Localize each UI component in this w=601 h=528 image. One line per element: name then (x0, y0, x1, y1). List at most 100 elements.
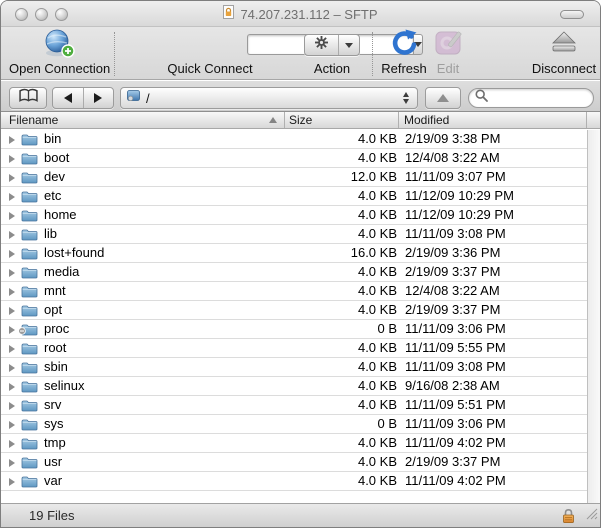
table-row[interactable]: var 4.0 KB 11/11/09 4:02 PM (1, 472, 587, 491)
forward-button[interactable] (84, 88, 114, 108)
open-connection-label: Open Connection (9, 61, 109, 76)
title-bar[interactable]: 74.207.231.112 – SFTP (1, 1, 600, 27)
file-size: 4.0 KB (281, 282, 397, 300)
resize-grip[interactable] (585, 507, 598, 525)
search-input[interactable] (492, 90, 587, 106)
disclosure-triangle-icon[interactable] (9, 402, 15, 410)
file-modified: 11/11/09 5:55 PM (405, 339, 506, 357)
file-size: 4.0 KB (281, 377, 397, 395)
edit-label: Edit (418, 61, 478, 76)
file-size: 4.0 KB (281, 187, 397, 205)
file-modified: 11/11/09 4:02 PM (405, 472, 506, 490)
disclosure-triangle-icon[interactable] (9, 212, 15, 220)
quick-connect-group: Quick Connect (119, 27, 301, 77)
table-row[interactable]: sbin 4.0 KB 11/11/09 3:08 PM (1, 358, 587, 377)
file-modified: 11/11/09 3:08 PM (405, 225, 506, 243)
file-name: lost+found (44, 244, 104, 262)
file-modified: 2/19/09 3:36 PM (405, 244, 500, 262)
action-gear-button[interactable] (305, 35, 339, 55)
path-popup[interactable]: / (120, 87, 418, 109)
disclosure-triangle-icon[interactable] (9, 174, 15, 182)
proxy-document-icon[interactable] (223, 5, 234, 24)
disconnect-button[interactable]: Disconnect (519, 27, 601, 77)
table-row[interactable]: usr 4.0 KB 2/19/09 3:37 PM (1, 453, 587, 472)
toolbar-toggle-button[interactable] (560, 10, 584, 19)
column-divider[interactable] (398, 112, 399, 128)
back-button[interactable] (53, 88, 84, 108)
table-row[interactable]: boot 4.0 KB 12/4/08 3:22 AM (1, 149, 587, 168)
table-row[interactable]: selinux 4.0 KB 9/16/08 2:38 AM (1, 377, 587, 396)
disclosure-triangle-icon[interactable] (9, 345, 15, 353)
table-row[interactable]: dev 12.0 KB 11/11/09 3:07 PM (1, 168, 587, 187)
file-name: opt (44, 301, 62, 319)
table-row[interactable]: srv 4.0 KB 11/11/09 5:51 PM (1, 396, 587, 415)
file-name: tmp (44, 434, 66, 452)
file-modified: 2/19/09 3:37 PM (405, 301, 500, 319)
table-row[interactable]: root 4.0 KB 11/11/09 5:55 PM (1, 339, 587, 358)
folder-icon (21, 190, 38, 203)
table-row[interactable]: etc 4.0 KB 11/12/09 10:29 PM (1, 187, 587, 206)
disclosure-triangle-icon[interactable] (9, 136, 15, 144)
disclosure-triangle-icon[interactable] (9, 155, 15, 163)
file-size: 4.0 KB (281, 263, 397, 281)
disclosure-triangle-icon[interactable] (9, 231, 15, 239)
file-modified: 11/11/09 3:06 PM (405, 415, 506, 433)
table-row[interactable]: mnt 4.0 KB 12/4/08 3:22 AM (1, 282, 587, 301)
vertical-scrollbar[interactable] (587, 130, 601, 505)
column-header-filename[interactable]: Filename (9, 113, 58, 128)
column-header-modified[interactable]: Modified (404, 113, 449, 128)
folder-icon (21, 437, 38, 450)
disclosure-triangle-icon[interactable] (9, 383, 15, 391)
file-size: 0 B (281, 320, 397, 338)
disclosure-triangle-icon[interactable] (9, 478, 15, 486)
disclosure-triangle-icon[interactable] (9, 421, 15, 429)
bookmarks-button[interactable] (9, 87, 47, 109)
action-dropdown-button[interactable] (339, 35, 359, 55)
file-name: etc (44, 187, 61, 205)
disclosure-triangle-icon[interactable] (9, 440, 15, 448)
file-name: sys (44, 415, 64, 433)
table-row[interactable]: media 4.0 KB 2/19/09 3:37 PM (1, 263, 587, 282)
file-size: 12.0 KB (281, 168, 397, 186)
table-row[interactable]: bin 4.0 KB 2/19/09 3:38 PM (1, 130, 587, 149)
disclosure-triangle-icon[interactable] (9, 288, 15, 296)
history-nav (52, 87, 114, 109)
table-row[interactable]: home 4.0 KB 11/12/09 10:29 PM (1, 206, 587, 225)
open-connection-button[interactable]: Open Connection (9, 27, 109, 77)
folder-icon (21, 475, 38, 488)
column-divider[interactable] (284, 112, 285, 128)
file-size: 0 B (281, 415, 397, 433)
file-modified: 2/19/09 3:38 PM (405, 130, 500, 148)
table-row[interactable]: proc 0 B 11/11/09 3:06 PM (1, 320, 587, 339)
file-name: boot (44, 149, 69, 167)
disclosure-triangle-icon[interactable] (9, 364, 15, 372)
parent-directory-button[interactable] (425, 87, 461, 109)
disclosure-triangle-icon[interactable] (9, 326, 15, 334)
file-name: var (44, 472, 62, 490)
edit-button: Edit (418, 27, 478, 77)
disclosure-triangle-icon[interactable] (9, 459, 15, 467)
table-row[interactable]: lost+found 16.0 KB 2/19/09 3:36 PM (1, 244, 587, 263)
disclosure-triangle-icon[interactable] (9, 269, 15, 277)
file-size: 4.0 KB (281, 149, 397, 167)
status-bar: 19 Files (1, 503, 600, 527)
volume-icon (127, 89, 140, 107)
table-row[interactable]: lib 4.0 KB 11/11/09 3:08 PM (1, 225, 587, 244)
folder-icon (21, 456, 38, 469)
file-name: dev (44, 168, 65, 186)
disclosure-triangle-icon[interactable] (9, 193, 15, 201)
table-row[interactable]: opt 4.0 KB 2/19/09 3:37 PM (1, 301, 587, 320)
column-header-size[interactable]: Size (289, 113, 312, 128)
search-field[interactable] (468, 88, 594, 108)
file-modified: 11/12/09 10:29 PM (405, 206, 514, 224)
table-row[interactable]: tmp 4.0 KB 11/11/09 4:02 PM (1, 434, 587, 453)
folder-icon (21, 418, 38, 431)
column-divider[interactable] (586, 112, 587, 128)
globe-add-icon (42, 28, 76, 64)
table-row[interactable]: sys 0 B 11/11/09 3:06 PM (1, 415, 587, 434)
disconnect-label: Disconnect (519, 61, 601, 76)
file-list: bin 4.0 KB 2/19/09 3:38 PM boot 4.0 KB 1… (1, 130, 587, 491)
window-title: 74.207.231.112 – SFTP (240, 7, 377, 22)
disclosure-triangle-icon[interactable] (9, 250, 15, 258)
disclosure-triangle-icon[interactable] (9, 307, 15, 315)
